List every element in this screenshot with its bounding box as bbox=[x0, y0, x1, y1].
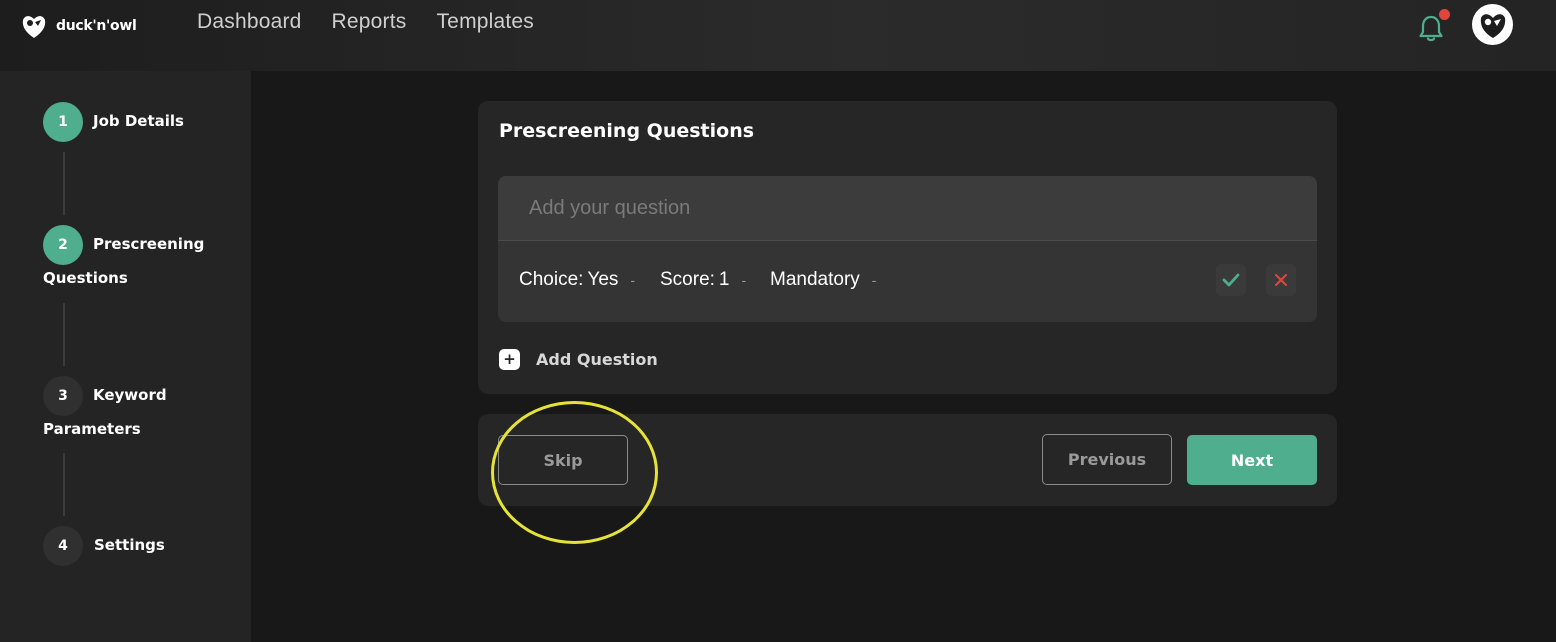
dropdown-caret-icon: - bbox=[741, 272, 747, 288]
delete-question-button[interactable] bbox=[1266, 264, 1296, 296]
nav-dashboard[interactable]: Dashboard bbox=[197, 10, 302, 34]
step-connector bbox=[63, 453, 65, 516]
choice-value: Yes bbox=[587, 269, 619, 290]
nav-reports[interactable]: Reports bbox=[332, 10, 407, 34]
step-1-label[interactable]: Job Details bbox=[93, 104, 184, 138]
notification-badge bbox=[1439, 9, 1450, 20]
previous-button[interactable]: Previous bbox=[1042, 434, 1172, 485]
dropdown-caret-icon: - bbox=[871, 272, 877, 288]
question-input[interactable] bbox=[498, 176, 1317, 241]
add-question-button[interactable]: + Add Question bbox=[499, 349, 658, 370]
choice-label: Choice: bbox=[519, 269, 584, 290]
score-dropdown[interactable]: Score: 1 - bbox=[660, 257, 746, 303]
close-icon bbox=[1275, 274, 1287, 286]
step-4-circle[interactable]: 4 bbox=[43, 526, 83, 566]
step-2-label[interactable]: Prescreening Questions bbox=[43, 227, 233, 295]
step-1-circle[interactable]: 1 bbox=[43, 102, 83, 142]
mandatory-dropdown[interactable]: Mandatory - bbox=[770, 257, 876, 303]
plus-icon: + bbox=[499, 349, 520, 370]
top-navigation-bar: duck'n'owl Dashboard Reports Templates bbox=[0, 0, 1556, 71]
choice-dropdown[interactable]: Choice: Yes - bbox=[519, 257, 635, 303]
page-title: Prescreening Questions bbox=[499, 120, 755, 142]
score-label: Score: bbox=[660, 269, 715, 290]
step-4-label[interactable]: Settings bbox=[94, 528, 165, 562]
avatar-logo-icon bbox=[1480, 13, 1505, 38]
nav-templates[interactable]: Templates bbox=[436, 10, 534, 34]
score-value: 1 bbox=[718, 269, 730, 290]
duck-owl-logo-icon bbox=[22, 16, 46, 38]
dropdown-caret-icon: - bbox=[630, 272, 636, 288]
confirm-question-button[interactable] bbox=[1216, 264, 1246, 296]
step-3-label[interactable]: Keyword Parameters bbox=[43, 378, 193, 446]
check-icon bbox=[1222, 273, 1240, 287]
logo-text: duck'n'owl bbox=[56, 18, 137, 34]
step-connector bbox=[63, 152, 65, 215]
app-logo[interactable]: duck'n'owl bbox=[20, 12, 137, 40]
skip-button[interactable]: Skip bbox=[498, 435, 628, 485]
step-connector bbox=[63, 303, 65, 366]
mandatory-value: Mandatory bbox=[770, 269, 860, 290]
next-button[interactable]: Next bbox=[1187, 435, 1317, 485]
main-nav: Dashboard Reports Templates bbox=[197, 10, 534, 34]
user-avatar[interactable] bbox=[1472, 4, 1513, 45]
add-question-label: Add Question bbox=[536, 350, 658, 369]
